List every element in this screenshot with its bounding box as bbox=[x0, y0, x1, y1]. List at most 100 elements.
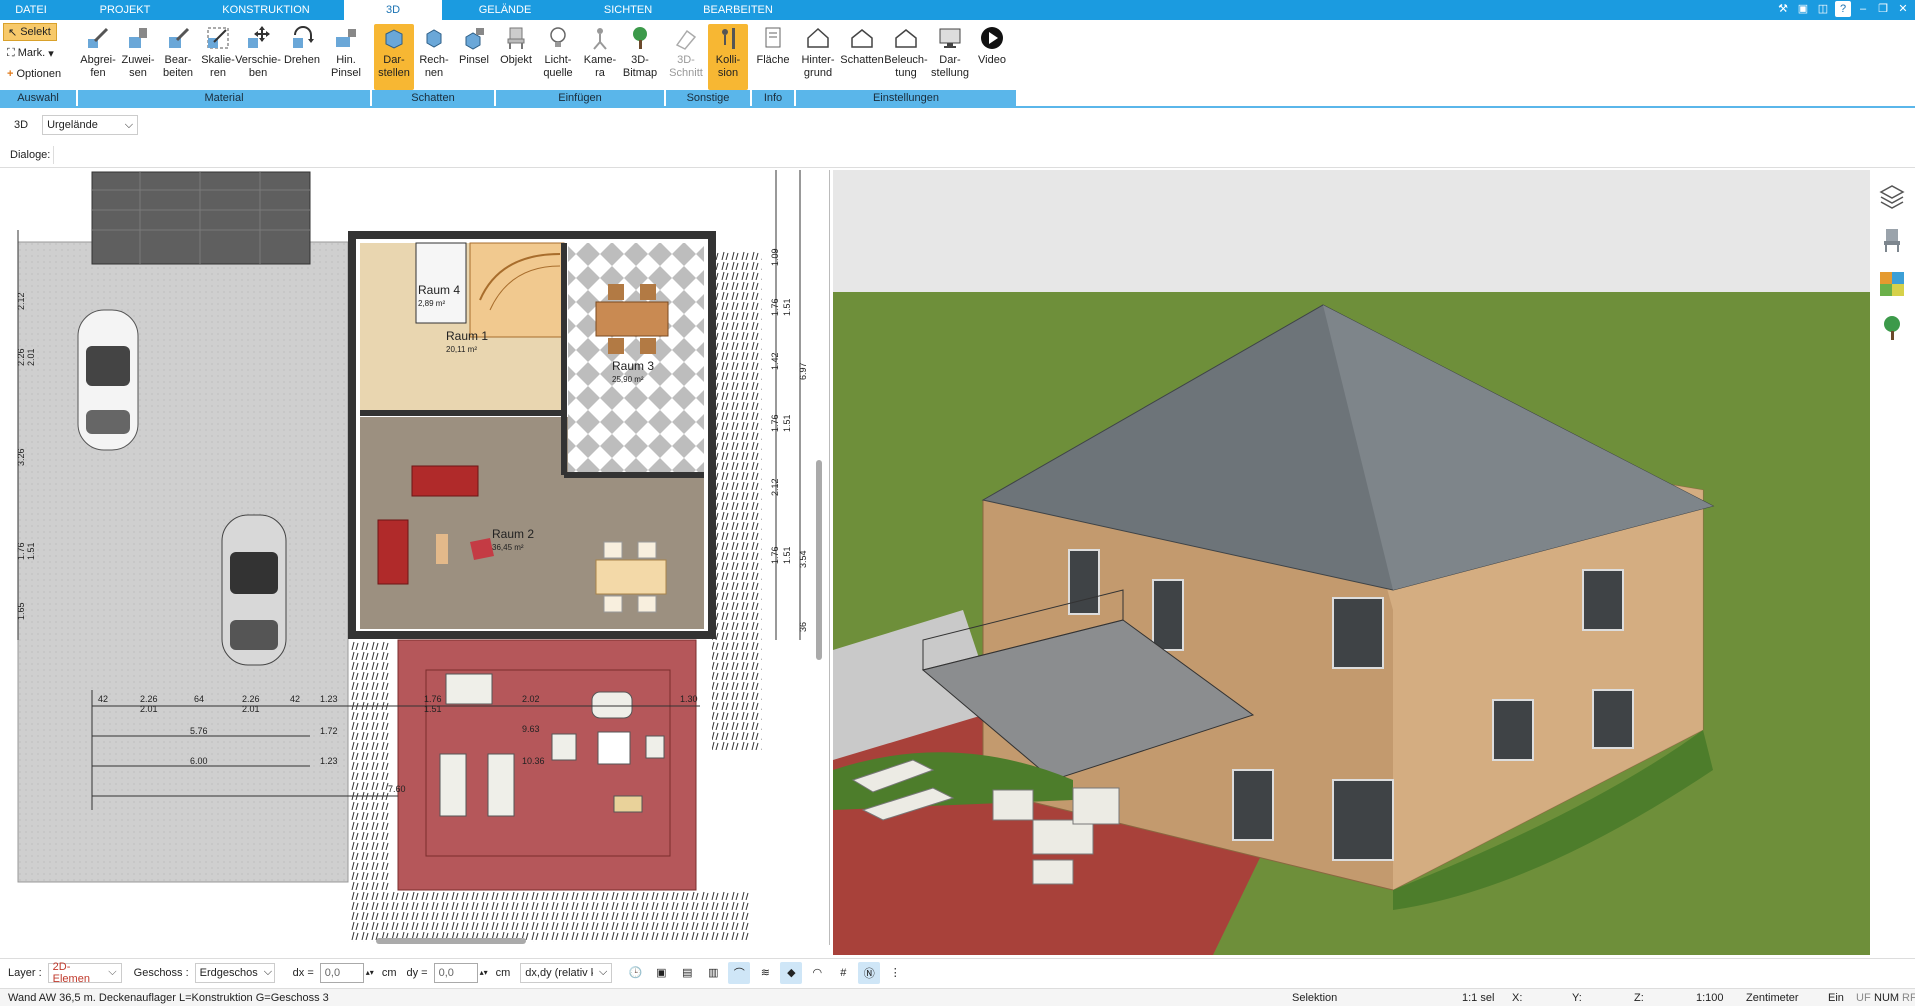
tab-konstruktion[interactable]: KONSTRUKTION bbox=[188, 0, 344, 20]
skalieren-button[interactable]: Skalie- ren bbox=[198, 24, 238, 90]
schatten-darstellen-button[interactable]: Dar- stellen bbox=[374, 24, 414, 90]
dy-input[interactable]: 0,0 bbox=[433, 962, 478, 983]
folder-icon[interactable]: ▣ bbox=[1795, 1, 1811, 17]
3d-canvas[interactable] bbox=[833, 170, 1870, 955]
geschoss-dropdown[interactable]: Erdgeschos ⌵ bbox=[194, 962, 275, 983]
more-icon[interactable]: ⋮ bbox=[884, 962, 906, 984]
layer-dropdown[interactable]: 2D-Elemen ⌵ bbox=[47, 960, 122, 985]
materials-icon[interactable] bbox=[1874, 266, 1910, 302]
hintergrund-pinsel-button[interactable]: Hin. Pinsel bbox=[326, 24, 366, 90]
dy-spinner-icon[interactable]: ▴▾ bbox=[480, 968, 488, 977]
layers-icon[interactable] bbox=[1874, 178, 1910, 214]
video-label: Video bbox=[978, 54, 1006, 66]
svg-text:1.23: 1.23 bbox=[320, 756, 338, 766]
drehen-button[interactable]: Drehen bbox=[282, 24, 322, 90]
cursor-icon: ↖ bbox=[8, 26, 18, 39]
dx-input[interactable]: 0,0 bbox=[319, 962, 364, 983]
group-label-auswahl: Auswahl bbox=[0, 90, 76, 106]
svg-text:3.54: 3.54 bbox=[798, 550, 808, 568]
bearbeiten-button[interactable]: Bear- beiten bbox=[158, 24, 198, 90]
help-icon[interactable]: ? bbox=[1835, 1, 1851, 17]
cube-icon[interactable]: ▥ bbox=[702, 962, 724, 984]
restore-icon[interactable]: ❐ bbox=[1875, 1, 1891, 17]
flaeche-button[interactable]: Fläche bbox=[753, 24, 793, 90]
hintergrund-pinsel-label: Hin. Pinsel bbox=[331, 54, 361, 79]
dx-spinner-icon[interactable]: ▴▾ bbox=[366, 968, 374, 977]
lichtquelle-label: Licht- quelle bbox=[543, 54, 573, 79]
screen-icon[interactable]: ▣ bbox=[650, 962, 672, 984]
tab-gelaende[interactable]: GELÄNDE bbox=[442, 0, 568, 20]
objekt-button[interactable]: Objekt bbox=[496, 24, 536, 90]
plant-icon[interactable] bbox=[1874, 310, 1910, 346]
hintergrund-button[interactable]: Hinter- grund bbox=[798, 24, 838, 90]
tools-icon[interactable]: ⚒ bbox=[1775, 1, 1791, 17]
floor-plan-view[interactable]: Raum 4 2,89 m² Raum 1 20,11 m² Raum 3 25… bbox=[0, 170, 830, 945]
side-toolbar bbox=[1870, 170, 1915, 955]
ortho-icon[interactable]: ◠ bbox=[806, 962, 828, 984]
schatten-rechnen-button[interactable]: Rech- nen bbox=[414, 24, 454, 90]
verschieben-button[interactable]: Verschie- ben bbox=[235, 24, 281, 90]
svg-text:1.51: 1.51 bbox=[26, 542, 36, 560]
mark-button[interactable]: ⛶ Mark. ▾ bbox=[3, 44, 58, 62]
layer-value: 2D-Elemen bbox=[52, 960, 90, 985]
schatten-pinsel-label: Pinsel bbox=[459, 54, 489, 66]
schnitt-3d-button[interactable]: 3D- Schnitt bbox=[666, 24, 706, 90]
scale-icon bbox=[204, 24, 232, 52]
3d-view[interactable] bbox=[833, 170, 1870, 955]
video-button[interactable]: Video bbox=[972, 24, 1012, 90]
svg-text:1.76: 1.76 bbox=[770, 414, 780, 432]
car-grey bbox=[221, 514, 287, 666]
tab-sichten[interactable]: SICHTEN bbox=[568, 0, 688, 20]
rotate-icon bbox=[288, 24, 316, 52]
status-z-label: Z: bbox=[1634, 992, 1644, 1004]
dx-unit: cm bbox=[381, 966, 397, 979]
bitmap-3d-button[interactable]: 3D- Bitmap bbox=[620, 24, 660, 90]
floor-plan-canvas[interactable]: Raum 4 2,89 m² Raum 1 20,11 m² Raum 3 25… bbox=[0, 170, 830, 945]
grid-icon[interactable]: # bbox=[832, 962, 854, 984]
north-icon[interactable]: Ⓝ bbox=[858, 961, 881, 984]
select-button[interactable]: ↖ Selekt bbox=[3, 23, 57, 41]
zuweisen-button[interactable]: Zuwei- sen bbox=[118, 24, 158, 90]
hedge-right bbox=[712, 250, 762, 750]
terrain-dropdown[interactable]: Urgelände ⌵ bbox=[42, 115, 139, 135]
close-icon[interactable]: ✕ bbox=[1895, 1, 1911, 17]
stack-icon[interactable]: ▤ bbox=[676, 962, 698, 984]
tab-bearbeiten[interactable]: BEARBEITEN bbox=[688, 0, 788, 20]
layer-label: Layer : bbox=[8, 966, 42, 979]
coord-mode-dropdown[interactable]: dx,dy (relativ ka ⌵ bbox=[520, 962, 613, 983]
svg-text:5.76: 5.76 bbox=[190, 726, 208, 736]
minimize-icon[interactable]: – bbox=[1855, 1, 1871, 17]
room-area-raum-2: 36,45 m² bbox=[492, 543, 524, 552]
svg-text:1.23: 1.23 bbox=[320, 694, 338, 704]
chevron-down-icon: ▾ bbox=[48, 47, 54, 60]
options-button[interactable]: + Optionen bbox=[3, 65, 65, 83]
abgreifen-button[interactable]: Abgrei- fen bbox=[78, 24, 118, 90]
tab-projekt[interactable]: PROJEKT bbox=[62, 0, 188, 20]
kamera-button[interactable]: Kame- ra bbox=[580, 24, 620, 90]
tab-3d[interactable]: 3D bbox=[344, 0, 442, 20]
wave-icon[interactable]: ≋ bbox=[754, 962, 776, 984]
plan-vertical-scrollbar[interactable] bbox=[816, 460, 822, 660]
windows-icon[interactable]: ◫ bbox=[1815, 1, 1831, 17]
darstellung-button[interactable]: Dar- stellung bbox=[930, 24, 970, 90]
plane-icon[interactable]: ◆ bbox=[780, 961, 803, 984]
group-einstellungen: Hinter- grund Schatten Beleuch- tung Dar… bbox=[796, 20, 1016, 108]
svg-text:1.76: 1.76 bbox=[770, 298, 780, 316]
schatten-pinsel-button[interactable]: Pinsel bbox=[454, 24, 494, 90]
room-label-raum-2: Raum 2 bbox=[492, 527, 534, 541]
status-bar: Wand AW 36,5 m. Deckenauflager L=Konstru… bbox=[0, 988, 1915, 1006]
geschoss-value: Erdgeschos bbox=[199, 966, 258, 979]
lichtquelle-button[interactable]: Licht- quelle bbox=[538, 24, 578, 90]
schatten-settings-button[interactable]: Schatten bbox=[840, 24, 884, 90]
plan-horizontal-scrollbar[interactable] bbox=[376, 938, 526, 944]
beleuchtung-button[interactable]: Beleuch- tung bbox=[884, 24, 928, 90]
kollision-button[interactable]: Kolli- sion bbox=[708, 24, 748, 90]
clock-icon[interactable]: 🕒 bbox=[624, 962, 646, 984]
options-label: Optionen bbox=[16, 68, 62, 80]
section-cut-icon bbox=[672, 24, 700, 52]
schnitt-3d-label: 3D- Schnitt bbox=[669, 54, 703, 79]
tab-datei[interactable]: DATEI bbox=[0, 0, 62, 20]
group-einfuegen: Objekt Licht- quelle Kame- ra 3D- Bitmap… bbox=[496, 20, 664, 108]
chair-icon[interactable] bbox=[1874, 222, 1910, 258]
curve-snap-icon[interactable]: ⌒ bbox=[728, 961, 751, 984]
